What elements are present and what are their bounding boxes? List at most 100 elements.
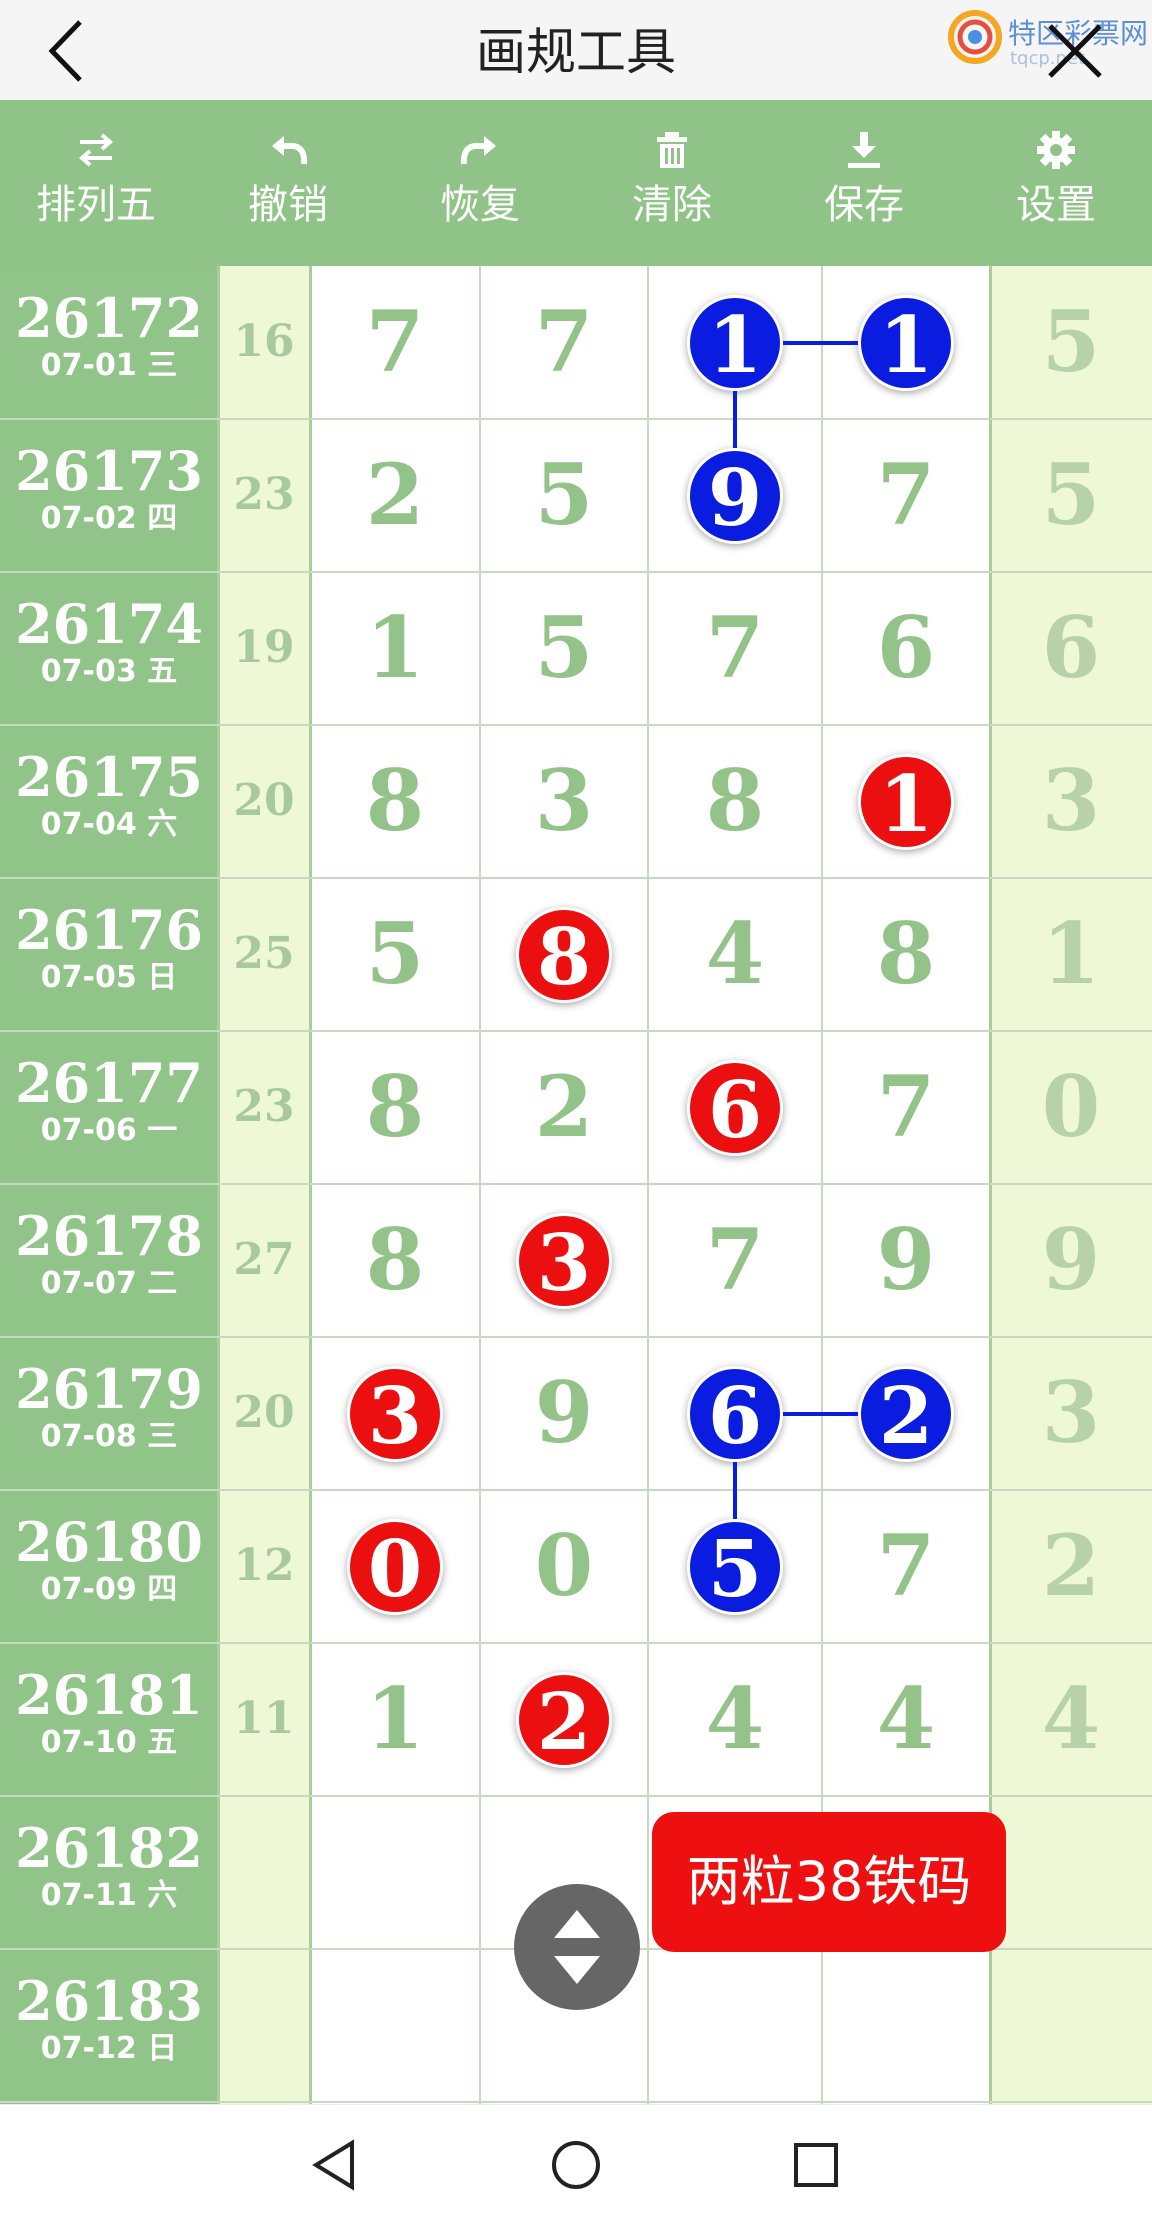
digit-cell[interactable]: 3 — [990, 1365, 1152, 1461]
grid-hline — [0, 1642, 1152, 1644]
gear-icon — [1037, 131, 1075, 169]
red-ball[interactable]: 1 — [858, 753, 954, 850]
digit-cell[interactable]: 7 — [480, 294, 648, 390]
digit-cell[interactable]: 7 — [822, 447, 990, 543]
grid-hline — [0, 1336, 1152, 1338]
up-down-arrows-icon — [554, 1910, 600, 1984]
period-date: 07-09 四 — [40, 1572, 178, 1607]
undo-button[interactable]: 撤销 — [192, 100, 384, 266]
digit-cell[interactable]: 6 — [990, 600, 1152, 696]
blue-ball[interactable]: 5 — [687, 1518, 783, 1615]
red-ball[interactable]: 8 — [516, 906, 612, 1003]
connector-line — [733, 390, 737, 448]
connector-line — [733, 1461, 737, 1519]
period-cell: 26173 07-02 四 — [0, 441, 218, 537]
period-date: 07-04 六 — [40, 807, 178, 842]
blue-ball[interactable]: 6 — [687, 1365, 783, 1462]
digit-cell[interactable]: 7 — [822, 1518, 990, 1614]
digit-cell[interactable]: 5 — [990, 294, 1152, 390]
digit-cell[interactable]: 1 — [990, 906, 1152, 1002]
period-cell: 26172 07-01 三 — [0, 288, 218, 384]
period-cell: 26178 07-07 二 — [0, 1206, 218, 1302]
nav-home-icon[interactable] — [546, 2135, 606, 2195]
digit-cell[interactable]: 0 — [480, 1518, 648, 1614]
digit-cell[interactable]: 2 — [480, 1059, 648, 1155]
red-ball[interactable]: 0 — [347, 1518, 443, 1615]
digit-cell[interactable]: 8 — [310, 1059, 480, 1155]
period-date: 07-05 日 — [40, 960, 178, 995]
digit-cell[interactable]: 8 — [822, 906, 990, 1002]
period-number: 26173 — [15, 439, 203, 503]
redo-button[interactable]: 恢复 — [384, 100, 576, 266]
blue-ball[interactable]: 9 — [687, 447, 783, 544]
red-ball[interactable]: 2 — [516, 1671, 612, 1768]
digit-cell[interactable]: 5 — [990, 447, 1152, 543]
digit-cell[interactable]: 1 — [310, 600, 480, 696]
period-number: 26172 — [15, 286, 203, 350]
connector-line — [783, 1411, 858, 1416]
blue-ball[interactable]: 1 — [687, 294, 783, 391]
period-date: 07-01 三 — [40, 348, 178, 383]
redo-label: 恢复 — [440, 182, 520, 228]
digit-cell[interactable]: 1 — [310, 1671, 480, 1767]
sum-value: 11 — [233, 1693, 295, 1744]
digit-cell[interactable]: 7 — [310, 294, 480, 390]
lottery-type-button[interactable]: 排列五 — [0, 100, 192, 266]
blue-ball[interactable]: 2 — [858, 1365, 954, 1462]
period-number: 26177 — [15, 1051, 203, 1115]
undo-icon — [272, 136, 308, 165]
digit-cell[interactable]: 7 — [648, 1212, 822, 1308]
sum-value: 20 — [233, 1387, 295, 1438]
period-date: 07-11 六 — [40, 1878, 178, 1913]
digit-cell[interactable]: 8 — [310, 753, 480, 849]
settings-button[interactable]: 设置 — [960, 100, 1152, 266]
grid-hline — [0, 1030, 1152, 1032]
period-cell: 26183 07-12 日 — [0, 1971, 218, 2067]
digit-cell[interactable]: 0 — [990, 1059, 1152, 1155]
digit-cell[interactable]: 5 — [480, 600, 648, 696]
period-cell: 26175 07-04 六 — [0, 747, 218, 843]
red-ball[interactable]: 3 — [516, 1212, 612, 1309]
digit-cell[interactable]: 3 — [990, 753, 1152, 849]
digit-cell[interactable]: 9 — [480, 1365, 648, 1461]
period-date: 07-08 三 — [40, 1419, 178, 1454]
top-bar: 画规工具 特区彩票网 tqcp.net — [0, 0, 1152, 100]
digit-cell[interactable]: 4 — [822, 1671, 990, 1767]
digit-cell[interactable]: 8 — [310, 1212, 480, 1308]
scroll-toggle-button[interactable] — [514, 1884, 640, 2010]
close-icon[interactable] — [1040, 16, 1110, 86]
digit-cell[interactable]: 2 — [310, 447, 480, 543]
digit-cell[interactable]: 4 — [990, 1671, 1152, 1767]
digit-cell[interactable]: 3 — [480, 753, 648, 849]
digit-cell[interactable]: 4 — [648, 906, 822, 1002]
digit-cell[interactable]: 4 — [648, 1671, 822, 1767]
nav-recents-icon[interactable] — [786, 2135, 846, 2195]
sum-value: 16 — [233, 316, 295, 367]
save-button[interactable]: 保存 — [768, 100, 960, 266]
digit-cell[interactable]: 7 — [822, 1059, 990, 1155]
period-cell: 26180 07-09 四 — [0, 1512, 218, 1608]
digit-cell[interactable]: 5 — [480, 447, 648, 543]
grid-hline — [0, 1795, 1152, 1797]
nav-back-icon[interactable] — [306, 2135, 366, 2195]
grid-hline — [0, 724, 1152, 726]
clear-button[interactable]: 清除 — [576, 100, 768, 266]
sum-value: 23 — [233, 469, 295, 520]
digit-cell[interactable]: 7 — [648, 600, 822, 696]
sum-value: 20 — [233, 775, 295, 826]
period-cell: 26174 07-03 五 — [0, 594, 218, 690]
connector-line — [783, 340, 858, 345]
digit-cell[interactable]: 8 — [648, 753, 822, 849]
hint-tag: 两粒38铁码 — [652, 1812, 1006, 1952]
red-ball[interactable]: 6 — [687, 1059, 783, 1156]
digit-cell[interactable]: 9 — [990, 1212, 1152, 1308]
digit-cell[interactable]: 6 — [822, 600, 990, 696]
grid-hline — [0, 2101, 1152, 2103]
period-date: 07-12 日 — [40, 2031, 178, 2066]
period-cell: 26181 07-10 五 — [0, 1665, 218, 1761]
digit-cell[interactable]: 2 — [990, 1518, 1152, 1614]
digit-cell[interactable]: 5 — [310, 906, 480, 1002]
blue-ball[interactable]: 1 — [858, 294, 954, 391]
red-ball[interactable]: 3 — [347, 1365, 443, 1462]
digit-cell[interactable]: 9 — [822, 1212, 990, 1308]
